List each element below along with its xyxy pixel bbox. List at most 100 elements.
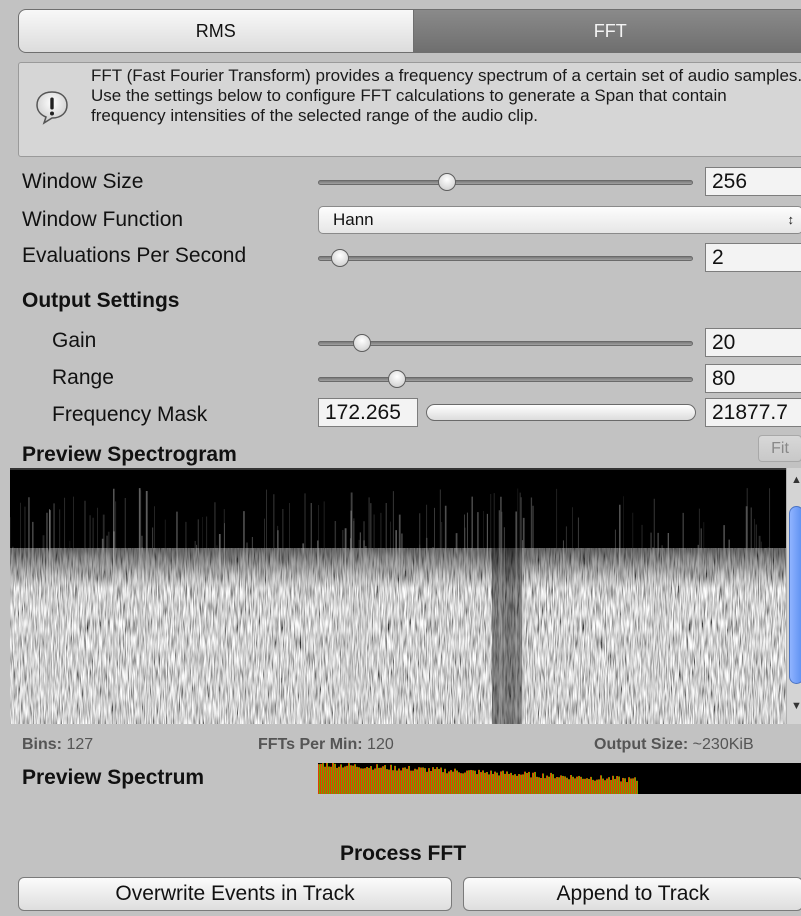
spectrum-bar	[522, 774, 524, 794]
spectrum-bar	[374, 768, 376, 794]
spectrum-bar	[582, 778, 584, 794]
scrollbar-thumb[interactable]	[789, 506, 801, 684]
spectrum-bar	[406, 768, 408, 794]
spectrum-bar	[440, 767, 442, 794]
spectrum-bar	[544, 778, 546, 794]
spectrum-bar	[344, 766, 346, 794]
spectrum-bar	[378, 767, 380, 794]
spectrum-bar	[356, 766, 358, 794]
spectrum-bar	[366, 767, 368, 794]
spectrum-bar	[500, 771, 502, 794]
spectrum-bar	[364, 768, 366, 794]
spectrum-bar	[436, 767, 438, 794]
spectrum-bar	[620, 781, 622, 794]
tab-fft[interactable]: FFT	[413, 9, 801, 53]
evaluations-label: Evaluations Per Second	[22, 244, 247, 267]
gain-slider-track[interactable]	[318, 341, 693, 346]
spectrum-bar	[338, 766, 340, 794]
spectrum-bar	[460, 773, 462, 794]
spectrum-bar	[488, 774, 490, 794]
spectrum-bar	[340, 764, 342, 794]
spectrum-bar	[388, 769, 390, 794]
spectrum-bar	[484, 772, 486, 794]
window-function-dropdown[interactable]: Hann ↕	[318, 206, 801, 234]
spectrum-bar	[462, 773, 464, 794]
scroll-up-arrow-icon[interactable]: ▲	[791, 474, 801, 486]
spectrum-bar	[630, 778, 632, 794]
spectrum-bar	[590, 776, 592, 794]
range-slider-track[interactable]	[318, 377, 693, 382]
spectrum-bar	[428, 768, 430, 794]
spectrum-bar	[446, 773, 448, 794]
spectrum-bar	[628, 777, 630, 794]
range-slider-thumb[interactable]	[388, 370, 406, 388]
spectrum-bar	[330, 766, 332, 794]
spectrum-bar	[634, 777, 636, 794]
spectrum-bars	[318, 763, 638, 794]
append-to-track-button[interactable]: Append to Track	[463, 877, 801, 911]
frequency-mask-max-field[interactable]: 21877.7	[705, 398, 801, 427]
spectrum-bar	[538, 777, 540, 794]
window-size-field[interactable]: 256	[705, 167, 801, 196]
gain-slider-thumb[interactable]	[353, 334, 371, 352]
spectrum-bar	[542, 773, 544, 794]
evaluations-slider-thumb[interactable]	[331, 249, 349, 267]
evaluations-slider-track[interactable]	[318, 256, 693, 261]
spectrum-bar	[376, 764, 378, 794]
spectrogram-scrollbar[interactable]: ▲ ▼	[786, 468, 801, 724]
frequency-mask-min-field[interactable]: 172.265	[318, 398, 418, 427]
spectrum-bar	[442, 772, 444, 794]
spectrum-bar	[550, 772, 552, 794]
spectrum-bar	[346, 765, 348, 794]
spectrum-bar	[420, 767, 422, 794]
spectrum-bar	[358, 767, 360, 794]
spectrum-bar	[624, 778, 626, 794]
spectrum-bar	[414, 768, 416, 794]
warning-bubble-icon	[36, 91, 68, 125]
window-size-slider-track[interactable]	[318, 180, 693, 185]
scroll-down-arrow-icon[interactable]: ▼	[791, 700, 801, 712]
spectrum-bar	[394, 765, 396, 794]
spectrum-bar	[592, 779, 594, 794]
ffts-per-min-label: FFTs Per Min:	[258, 736, 363, 753]
updown-arrow-icon: ↕	[787, 212, 795, 227]
spectrum-bar	[536, 776, 538, 794]
mode-tabs: RMS FFT	[18, 9, 801, 53]
spectrum-bar	[502, 770, 504, 794]
spectrum-bar	[324, 766, 326, 794]
spectrum-bar	[332, 763, 334, 794]
overwrite-events-button[interactable]: Overwrite Events in Track	[18, 877, 452, 911]
frequency-mask-range-slider[interactable]	[426, 404, 696, 421]
spectrum-bar	[594, 780, 596, 794]
spectrum-bar	[348, 763, 350, 794]
window-function-label: Window Function	[22, 208, 184, 231]
spectrum-bar	[370, 766, 372, 794]
range-field[interactable]: 80	[705, 364, 801, 393]
spectrum-bar	[584, 778, 586, 794]
spectrum-bar	[562, 775, 564, 794]
spectrum-bar	[352, 765, 354, 794]
help-box: FFT (Fast Fourier Transform) provides a …	[18, 62, 801, 157]
spectrum-bar	[362, 768, 364, 794]
spectrum-bar	[368, 767, 370, 794]
spectrum-bar	[404, 767, 406, 794]
window-size-slider-thumb[interactable]	[438, 173, 456, 191]
spectrum-bar	[382, 766, 384, 794]
output-size-value: ~230KiB	[692, 736, 754, 753]
spectrum-bar	[612, 775, 614, 794]
spectrum-bar	[400, 770, 402, 794]
gain-field[interactable]: 20	[705, 328, 801, 357]
spectrum-bar	[568, 779, 570, 794]
spectrum-bar	[578, 775, 580, 794]
spectrum-bar	[598, 779, 600, 794]
spectrum-bar	[472, 770, 474, 794]
evaluations-field[interactable]: 2	[705, 243, 801, 272]
output-size-stat: Output Size: ~230KiB	[594, 736, 754, 754]
spectrum-bar	[468, 770, 470, 794]
spectrum-bar	[558, 777, 560, 794]
tab-rms[interactable]: RMS	[18, 9, 414, 53]
help-text: FFT (Fast Fourier Transform) provides a …	[91, 66, 801, 125]
spectrum-bar	[318, 764, 320, 794]
range-label: Range	[52, 366, 114, 389]
fit-button[interactable]: Fit	[758, 435, 801, 462]
